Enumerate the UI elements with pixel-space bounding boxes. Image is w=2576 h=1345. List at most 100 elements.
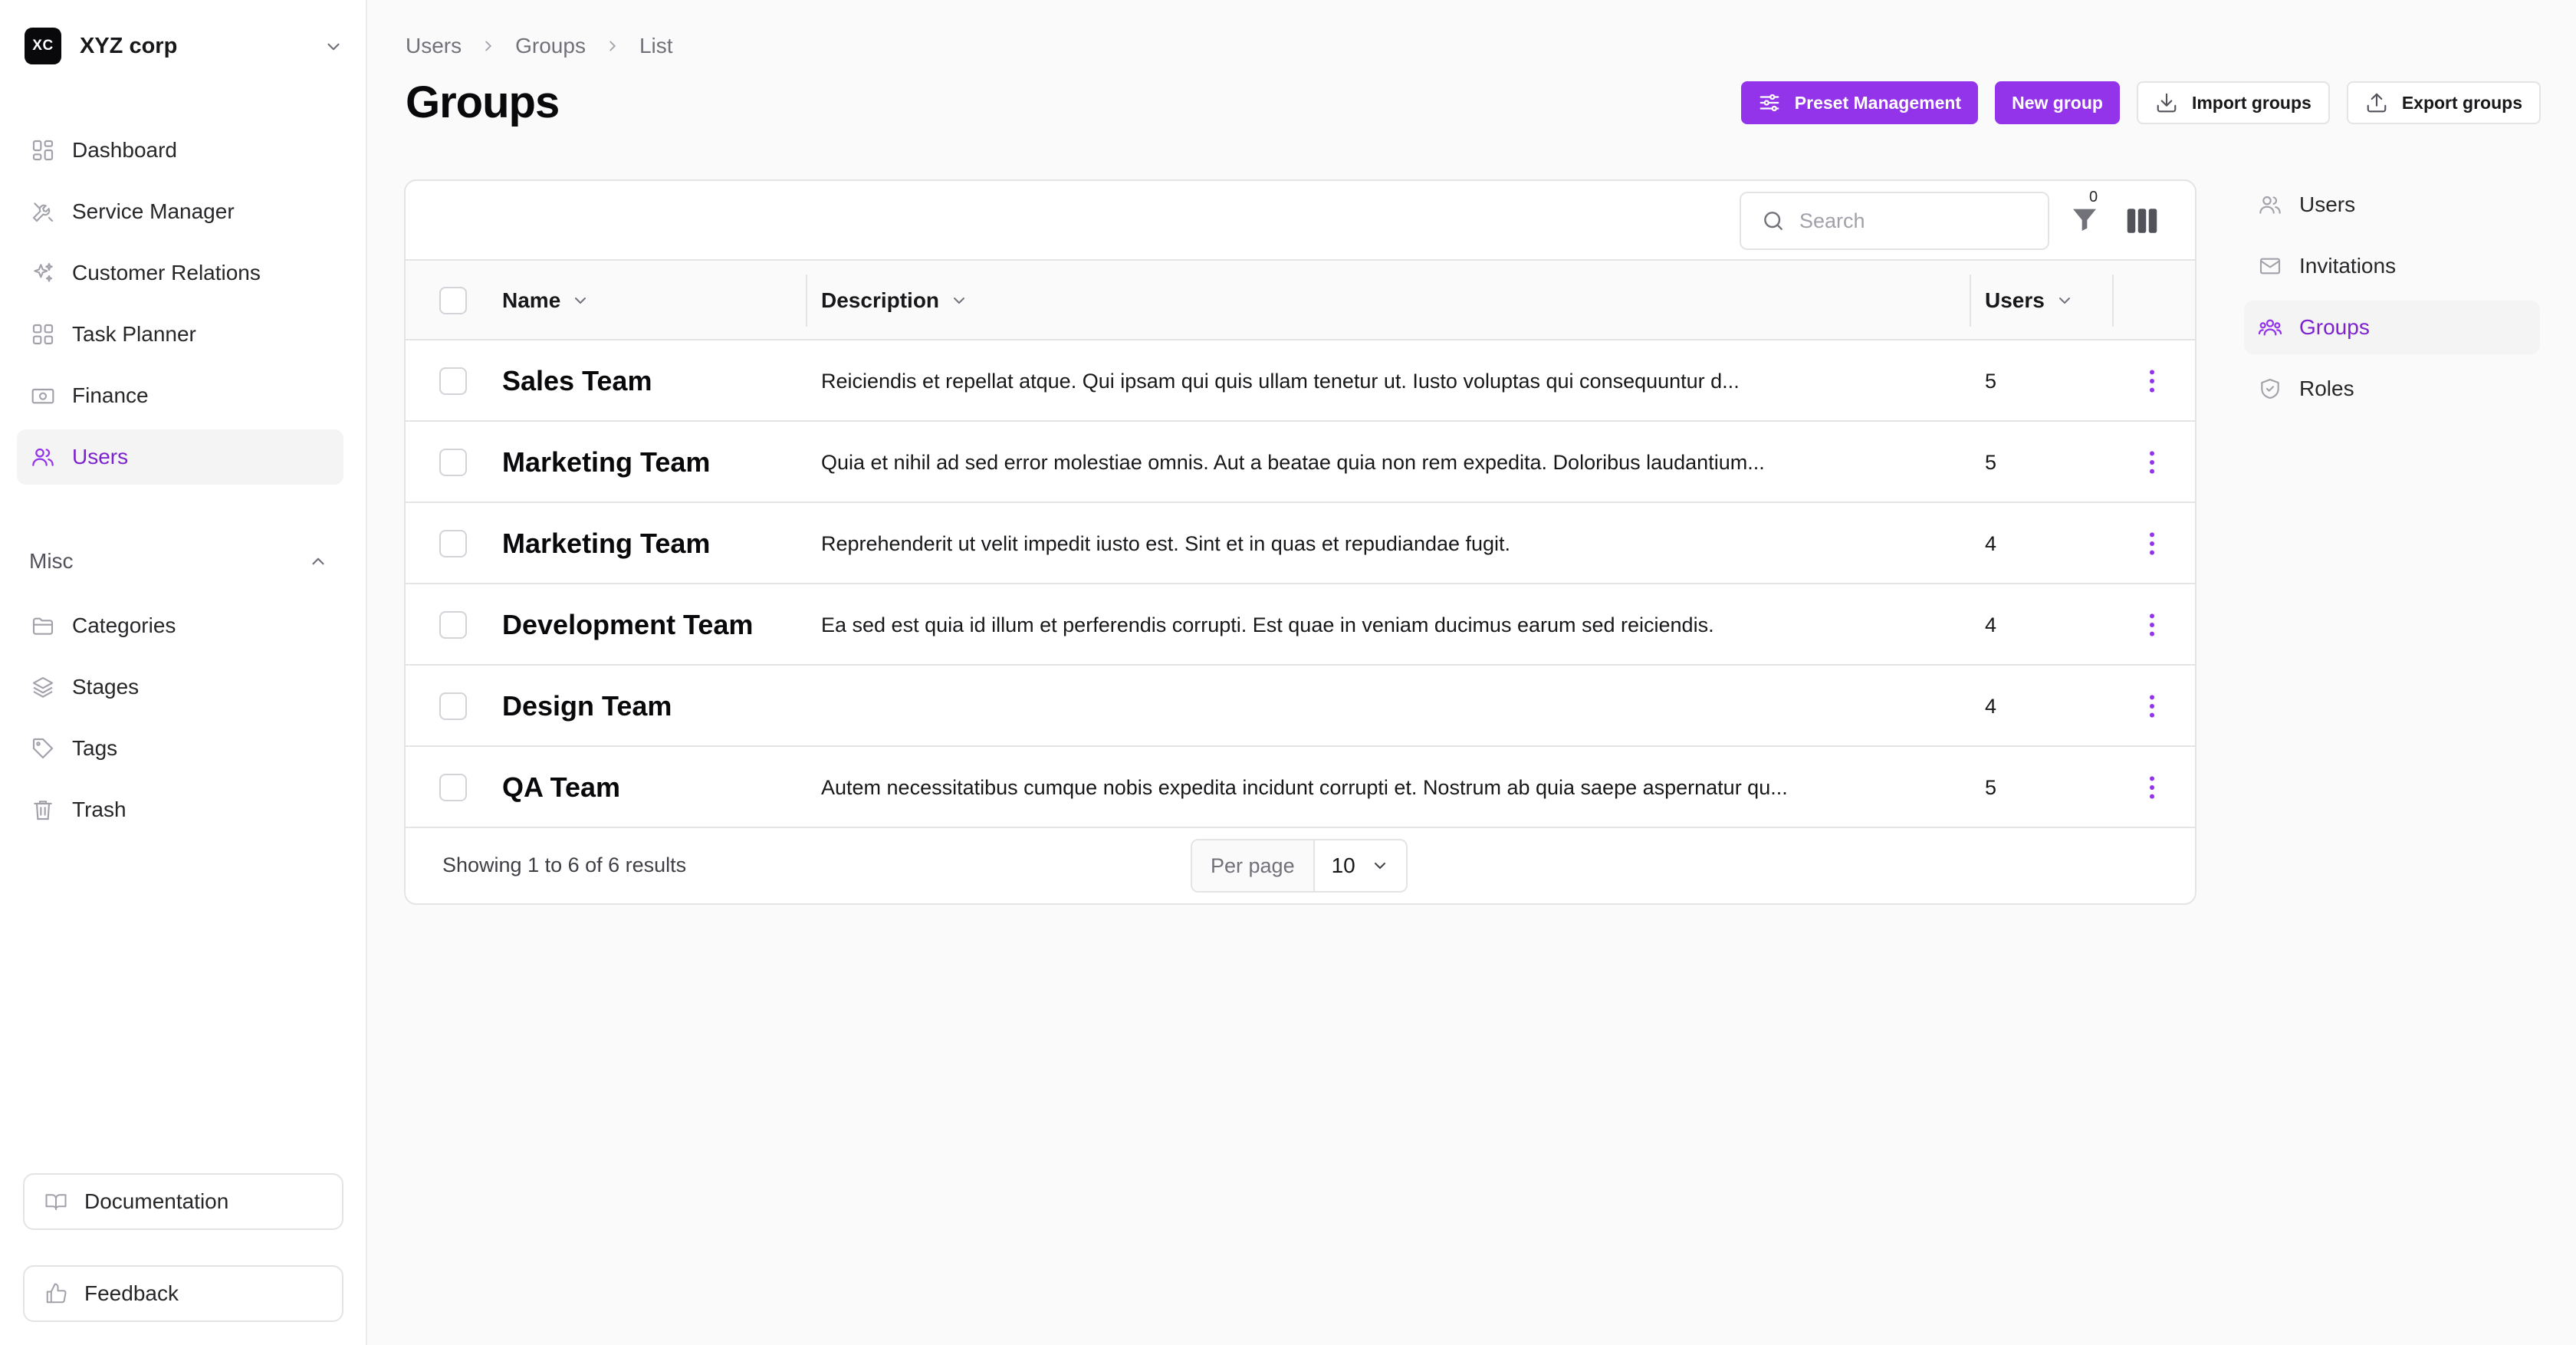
row-checkbox[interactable] <box>439 449 467 476</box>
row-checkbox[interactable] <box>439 774 467 801</box>
search-input[interactable] <box>1799 209 2029 233</box>
breadcrumb-groups[interactable]: Groups <box>515 34 586 58</box>
table-row[interactable]: Design Team 4 <box>406 666 2195 747</box>
breadcrumb: Users Groups List <box>406 34 673 58</box>
table-row[interactable]: Marketing Team Quia et nihil ad sed erro… <box>406 422 2195 503</box>
row-checkbox[interactable] <box>439 367 467 395</box>
group-description: Autem necessitatibus cumque nobis expedi… <box>821 775 1788 799</box>
sidebar-item-label: Customer Relations <box>72 261 261 284</box>
filter-count-badge: 0 <box>2089 189 2098 206</box>
sidebar-item-finance[interactable]: Finance <box>17 368 343 423</box>
per-page-value: 10 <box>1331 853 1355 877</box>
row-checkbox[interactable] <box>439 692 467 720</box>
column-header-description[interactable]: Description <box>821 261 968 340</box>
table-row[interactable]: QA Team Autem necessitatibus cumque nobi… <box>406 747 2195 828</box>
table-row[interactable]: Marketing Team Reprehenderit ut velit im… <box>406 503 2195 584</box>
column-header-name[interactable]: Name <box>502 261 590 340</box>
table-toolbar: 0 <box>406 181 2195 261</box>
users-icon <box>31 445 55 469</box>
brand-logo: XC <box>25 28 61 64</box>
trash-icon <box>31 797 55 822</box>
subnav-item-users[interactable]: Users <box>2244 178 2540 232</box>
per-page-dropdown[interactable]: 10 <box>1315 840 1406 891</box>
sidebar-item-dashboard[interactable]: Dashboard <box>17 123 343 178</box>
sidebar-item-trash[interactable]: Trash <box>17 782 343 837</box>
sidebar-item-service-manager[interactable]: Service Manager <box>17 184 343 239</box>
table-row[interactable]: Sales Team Reiciendis et repellat atque.… <box>406 340 2195 422</box>
sidebar: XC XYZ corp Dashboard Service Manager Cu… <box>0 0 367 1345</box>
app-window: XC XYZ corp Dashboard Service Manager Cu… <box>0 0 2576 1345</box>
chevron-up-icon <box>312 557 324 565</box>
row-checkbox[interactable] <box>439 611 467 639</box>
more-vertical-icon <box>2150 776 2154 799</box>
tenant-switcher[interactable]: XC XYZ corp <box>25 28 343 64</box>
search-box[interactable] <box>1740 192 2049 250</box>
row-actions-button[interactable] <box>2137 610 2167 640</box>
select-all-checkbox[interactable] <box>439 287 467 314</box>
subnav-item-roles[interactable]: Roles <box>2244 362 2540 416</box>
chevron-right-icon <box>610 41 616 51</box>
sparkles-icon <box>31 261 55 285</box>
row-actions-button[interactable] <box>2137 772 2167 803</box>
group-description: Reiciendis et repellat atque. Qui ipsam … <box>821 369 1740 393</box>
row-actions-button[interactable] <box>2137 447 2167 478</box>
subnav-item-label: Roles <box>2299 377 2354 400</box>
search-icon <box>1764 212 1783 230</box>
sidebar-item-categories[interactable]: Categories <box>17 598 343 653</box>
group-user-count: 4 <box>1985 531 1997 555</box>
per-page-select[interactable]: Per page 10 <box>1191 839 1408 893</box>
import-groups-button[interactable]: Import groups <box>2136 81 2330 124</box>
sidebar-item-tags[interactable]: Tags <box>17 721 343 776</box>
new-group-button[interactable]: New group <box>1995 81 2120 124</box>
breadcrumb-users[interactable]: Users <box>406 34 462 58</box>
column-toggle-button[interactable] <box>2126 206 2158 236</box>
columns-icon <box>2127 209 2157 233</box>
sidebar-item-stages[interactable]: Stages <box>17 659 343 715</box>
documentation-button[interactable]: Documentation <box>23 1173 343 1230</box>
breadcrumb-list: List <box>639 34 673 58</box>
sidebar-item-label: Finance <box>72 383 149 407</box>
feedback-button[interactable]: Feedback <box>23 1265 343 1322</box>
layers-icon <box>31 675 55 699</box>
subnav-item-invitations[interactable]: Invitations <box>2244 239 2540 293</box>
column-header-users[interactable]: Users <box>1985 261 2074 340</box>
sidebar-item-users[interactable]: Users <box>17 429 343 485</box>
sidebar-item-label: Trash <box>72 797 127 821</box>
sidebar-item-customer-relations[interactable]: Customer Relations <box>17 245 343 301</box>
more-vertical-icon <box>2150 370 2154 393</box>
group-name[interactable]: Marketing Team <box>502 503 710 584</box>
chevron-right-icon <box>485 41 492 51</box>
sidebar-item-label: Tags <box>72 736 118 760</box>
misc-section-toggle[interactable]: Misc <box>29 546 328 577</box>
subnav-item-label: Invitations <box>2299 254 2397 278</box>
row-checkbox[interactable] <box>439 530 467 557</box>
group-name[interactable]: QA Team <box>502 747 620 828</box>
book-icon <box>44 1190 67 1213</box>
group-name[interactable]: Marketing Team <box>502 422 710 503</box>
filter-button[interactable] <box>2069 204 2100 238</box>
brand-name: XYZ corp <box>80 33 178 58</box>
group-description: Reprehenderit ut velit impedit iusto est… <box>821 531 1511 555</box>
group-description: Quia et nihil ad sed error molestiae omn… <box>821 450 1765 474</box>
preset-management-button[interactable]: Preset Management <box>1740 81 1979 124</box>
group-user-count: 4 <box>1985 613 1997 636</box>
table-row[interactable]: Development Team Ea sed est quia id illu… <box>406 584 2195 666</box>
subnav-item-groups[interactable]: Groups <box>2244 301 2540 354</box>
upload-icon <box>2365 91 2388 114</box>
group-name[interactable]: Design Team <box>502 666 672 747</box>
more-vertical-icon <box>2150 532 2154 555</box>
group-name[interactable]: Development Team <box>502 584 753 666</box>
row-actions-button[interactable] <box>2137 366 2167 396</box>
export-groups-button[interactable]: Export groups <box>2346 81 2541 124</box>
row-actions-button[interactable] <box>2137 691 2167 722</box>
page-title: Groups <box>406 77 560 127</box>
chevron-down-icon <box>327 43 340 51</box>
sidebar-item-task-planner[interactable]: Task Planner <box>17 307 343 362</box>
main-content: Users Groups List Groups Preset Manageme… <box>367 0 2576 1345</box>
group-name[interactable]: Sales Team <box>502 340 652 422</box>
row-actions-button[interactable] <box>2137 528 2167 559</box>
column-header-label: Users <box>1985 288 2045 312</box>
folder-icon <box>31 613 55 638</box>
envelope-icon <box>2258 254 2282 278</box>
feedback-label: Feedback <box>84 1281 179 1305</box>
